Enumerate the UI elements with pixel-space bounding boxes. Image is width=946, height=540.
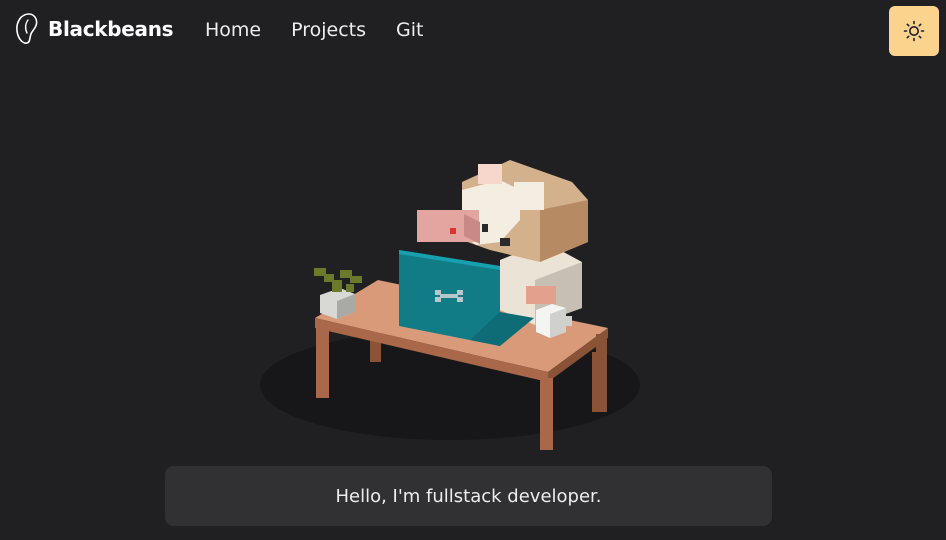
brand-link[interactable]: Blackbeans	[14, 12, 174, 46]
dog-eye	[482, 224, 488, 232]
nav-link-projects[interactable]: Projects	[291, 18, 366, 42]
dog-ear	[478, 164, 502, 184]
greeting-text: Hello, I'm fullstack developer.	[335, 485, 602, 507]
brand-name: Blackbeans	[48, 17, 174, 41]
dog-arm	[526, 286, 556, 304]
greeting-box: Hello, I'm fullstack developer.	[165, 466, 772, 526]
nav-link-git[interactable]: Git	[396, 18, 423, 42]
nav-links: Home Projects Git	[205, 18, 423, 42]
plant-leaves	[314, 268, 362, 292]
coffee-mug-handle	[564, 316, 572, 326]
sun-icon	[903, 20, 925, 42]
theme-toggle-button[interactable]	[889, 6, 939, 56]
dog-nose	[500, 238, 510, 246]
bean-logo-icon	[16, 13, 38, 44]
desk-leg	[596, 334, 607, 412]
nav-link-home[interactable]: Home	[205, 18, 261, 42]
navbar: Blackbeans Home Projects Git	[0, 0, 946, 60]
dog-headset-light	[450, 228, 456, 234]
voxel-dog-illustration	[260, 160, 640, 450]
dog-ear	[514, 182, 544, 210]
desk-leg	[316, 326, 329, 398]
desk-leg	[540, 378, 553, 450]
